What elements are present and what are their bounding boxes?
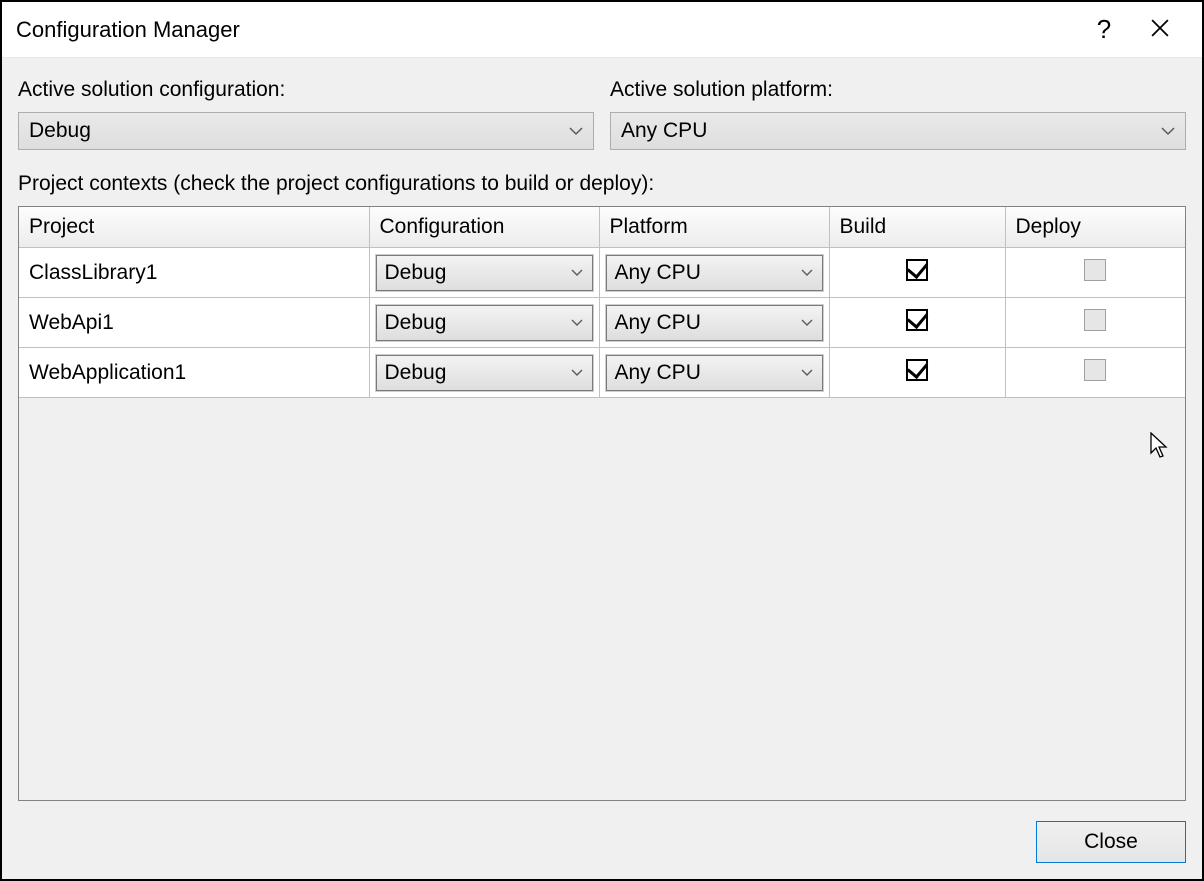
- active-config-label: Active solution configuration:: [18, 78, 594, 102]
- close-window-button[interactable]: [1132, 2, 1188, 58]
- active-config-group: Active solution configuration: Debug: [18, 78, 594, 150]
- help-button[interactable]: ?: [1076, 2, 1132, 58]
- active-config-value: Debug: [29, 119, 569, 143]
- chevron-down-icon: [1161, 124, 1175, 138]
- deploy-checkbox: [1084, 309, 1106, 331]
- chevron-down-icon: [570, 266, 584, 280]
- header-build[interactable]: Build: [829, 207, 1005, 248]
- active-platform-group: Active solution platform: Any CPU: [610, 78, 1186, 150]
- active-config-combo[interactable]: Debug: [18, 112, 594, 150]
- close-button-label: Close: [1084, 830, 1138, 854]
- build-checkbox[interactable]: [906, 309, 928, 331]
- window-title: Configuration Manager: [16, 17, 1076, 43]
- chevron-down-icon: [570, 366, 584, 380]
- project-table: Project Configuration Platform Build Dep…: [19, 207, 1185, 398]
- chevron-down-icon: [800, 316, 814, 330]
- header-project[interactable]: Project: [19, 207, 369, 248]
- header-configuration[interactable]: Configuration: [369, 207, 599, 248]
- chevron-down-icon: [800, 366, 814, 380]
- table-row: ClassLibrary1 Debug Any CPU: [19, 248, 1185, 298]
- top-selectors: Active solution configuration: Debug Act…: [18, 78, 1186, 150]
- row-configuration-combo[interactable]: Debug: [376, 305, 593, 341]
- header-deploy[interactable]: Deploy: [1005, 207, 1185, 248]
- chevron-down-icon: [570, 316, 584, 330]
- row-platform-combo[interactable]: Any CPU: [606, 355, 823, 391]
- help-icon: ?: [1097, 14, 1111, 45]
- chevron-down-icon: [800, 266, 814, 280]
- close-icon: [1151, 17, 1169, 43]
- deploy-checkbox: [1084, 359, 1106, 381]
- project-name: WebApi1: [19, 311, 369, 335]
- row-platform-value: Any CPU: [615, 261, 800, 285]
- grid-empty-area: [19, 398, 1185, 801]
- content-area: Active solution configuration: Debug Act…: [2, 58, 1202, 879]
- active-platform-value: Any CPU: [621, 119, 1161, 143]
- close-button[interactable]: Close: [1036, 821, 1186, 863]
- titlebar: Configuration Manager ?: [2, 2, 1202, 58]
- row-configuration-value: Debug: [385, 261, 570, 285]
- row-configuration-value: Debug: [385, 361, 570, 385]
- active-platform-label: Active solution platform:: [610, 78, 1186, 102]
- deploy-checkbox: [1084, 259, 1106, 281]
- row-platform-value: Any CPU: [615, 361, 800, 385]
- table-row: WebApi1 Debug Any CPU: [19, 298, 1185, 348]
- project-name: WebApplication1: [19, 361, 369, 385]
- row-configuration-combo[interactable]: Debug: [376, 255, 593, 291]
- active-platform-combo[interactable]: Any CPU: [610, 112, 1186, 150]
- project-name: ClassLibrary1: [19, 261, 369, 285]
- dialog-footer: Close: [18, 801, 1186, 863]
- chevron-down-icon: [569, 124, 583, 138]
- row-configuration-value: Debug: [385, 311, 570, 335]
- configuration-manager-dialog: Configuration Manager ? Active solution …: [0, 0, 1204, 881]
- row-configuration-combo[interactable]: Debug: [376, 355, 593, 391]
- table-row: WebApplication1 Debug Any CPU: [19, 348, 1185, 398]
- header-platform[interactable]: Platform: [599, 207, 829, 248]
- project-contexts-grid: Project Configuration Platform Build Dep…: [18, 206, 1186, 801]
- row-platform-combo[interactable]: Any CPU: [606, 305, 823, 341]
- row-platform-combo[interactable]: Any CPU: [606, 255, 823, 291]
- table-header-row: Project Configuration Platform Build Dep…: [19, 207, 1185, 248]
- build-checkbox[interactable]: [906, 359, 928, 381]
- project-contexts-label: Project contexts (check the project conf…: [18, 172, 1186, 196]
- row-platform-value: Any CPU: [615, 311, 800, 335]
- build-checkbox[interactable]: [906, 259, 928, 281]
